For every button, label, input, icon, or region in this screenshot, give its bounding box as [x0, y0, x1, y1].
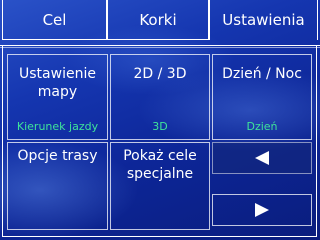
- day-night-value: Dzień: [246, 120, 278, 133]
- panel-right-border: [316, 45, 317, 236]
- day-night-button[interactable]: Dzień / Noc Dzień: [212, 54, 312, 140]
- left-arrow-icon: [255, 151, 269, 165]
- previous-page-button[interactable]: [212, 142, 312, 174]
- navigation-settings-screen: Cel Korki Ustawienia Ustawienie mapy Kie…: [0, 0, 320, 240]
- tab-ustawienia[interactable]: Ustawienia: [209, 0, 318, 40]
- tab-cel[interactable]: Cel: [2, 0, 107, 40]
- route-options-button[interactable]: Opcje trasy: [7, 142, 108, 230]
- panel-left-border: [2, 45, 3, 236]
- panel-top-border-inner: [0, 47, 320, 48]
- map-settings-value: Kierunek jazdy: [16, 120, 99, 133]
- tab-korki[interactable]: Korki: [107, 0, 209, 40]
- show-pois-button[interactable]: Pokaż cele specjalne: [110, 142, 210, 230]
- view-mode-value: 3D: [152, 120, 168, 133]
- next-page-button[interactable]: [212, 194, 312, 226]
- show-pois-label: Pokaż cele specjalne: [123, 148, 197, 182]
- map-settings-label: Ustawienie mapy: [19, 66, 96, 100]
- route-options-label: Opcje trasy: [17, 148, 98, 164]
- view-mode-button[interactable]: 2D / 3D 3D: [110, 54, 210, 140]
- tab-korki-label: Korki: [139, 10, 177, 29]
- tab-cel-label: Cel: [42, 10, 67, 29]
- day-night-label: Dzień / Noc: [222, 66, 302, 82]
- panel-top-border: [0, 45, 320, 46]
- right-arrow-icon: [255, 203, 269, 217]
- tab-ustawienia-label: Ustawienia: [222, 11, 305, 29]
- panel-bottom-border: [2, 236, 317, 237]
- map-settings-button[interactable]: Ustawienie mapy Kierunek jazdy: [7, 54, 108, 140]
- view-mode-label: 2D / 3D: [133, 66, 187, 82]
